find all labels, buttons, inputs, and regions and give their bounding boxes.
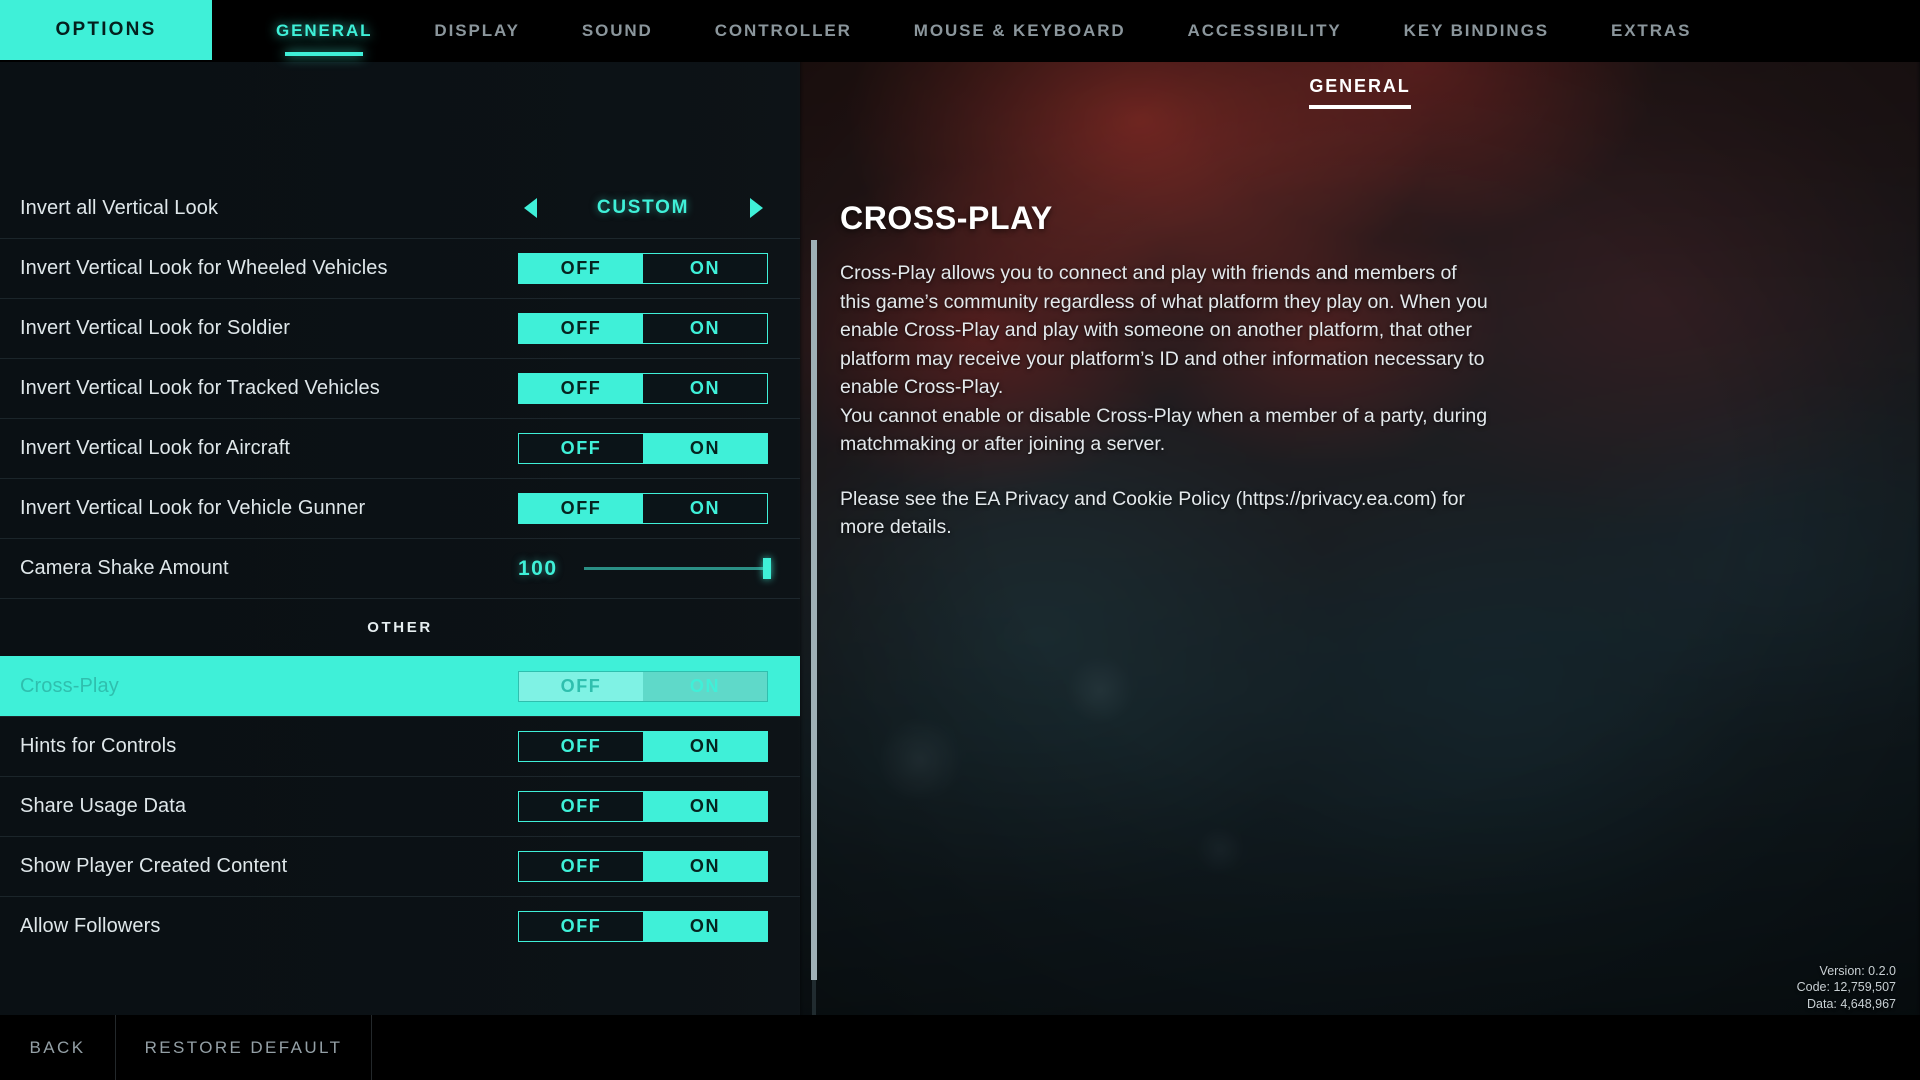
tab-controller[interactable]: CONTROLLER <box>684 0 883 62</box>
toggle-show-player-created-content[interactable]: OFF ON <box>518 851 768 882</box>
toggle-hints-for-controls[interactable]: OFF ON <box>518 731 768 762</box>
stepper-value: CUSTOM <box>596 197 690 218</box>
setting-label: Invert Vertical Look for Vehicle Gunner <box>20 497 366 519</box>
toggle-option-off[interactable]: OFF <box>519 374 643 403</box>
slider-value: 100 <box>518 556 558 580</box>
slider-track[interactable] <box>584 558 771 579</box>
slider-handle[interactable] <box>763 558 771 579</box>
toggle-share-usage-data[interactable]: OFF ON <box>518 791 768 822</box>
options-screen: OPTIONS GENERAL DISPLAY SOUND CONTROLLER MOU… <box>0 0 1920 1080</box>
toggle-invert-vertical-look-for-aircraft[interactable]: OFF ON <box>518 433 768 464</box>
setting-row-camera-shake-amount[interactable]: Camera Shake Amount 100 <box>0 538 800 598</box>
setting-row-hints-for-controls[interactable]: Hints for Controls OFF ON <box>0 716 800 776</box>
tab-key-bindings[interactable]: KEY BINDINGS <box>1373 0 1580 62</box>
tab-general[interactable]: GENERAL <box>245 0 403 62</box>
toggle-option-on[interactable]: ON <box>643 792 767 821</box>
chevron-right-icon[interactable] <box>744 196 768 220</box>
back-button[interactable]: BACK <box>0 1015 116 1080</box>
version-line: Version: 0.2.0 <box>1819 963 1896 978</box>
section-header-other: OTHER <box>0 598 800 656</box>
tab-sound[interactable]: SOUND <box>551 0 684 62</box>
detail-panel: CROSS-PLAY Cross-Play allows you to conn… <box>840 200 1490 542</box>
detail-title: CROSS-PLAY <box>840 200 1053 236</box>
toggle-option-off[interactable]: OFF <box>519 732 643 761</box>
bottom-action-bar: BACK RESTORE DEFAULT <box>0 1015 1920 1080</box>
toggle-invert-vertical-look-for-vehicle-gunner[interactable]: OFF ON <box>518 493 768 524</box>
toggle-option-on[interactable]: ON <box>643 732 767 761</box>
build-version-info: Version: 0.2.0 Code: 12,759,507 Data: 4,… <box>1797 963 1896 1013</box>
toggle-option-on[interactable]: ON <box>643 374 767 403</box>
tab-list: GENERAL DISPLAY SOUND CONTROLLER MOUSE & KEY… <box>245 0 1722 62</box>
setting-row-allow-followers[interactable]: Allow Followers OFF ON <box>0 896 800 956</box>
setting-row-cross-play[interactable]: Cross-Play OFF ON <box>0 656 800 716</box>
setting-label: Hints for Controls <box>20 735 177 757</box>
toggle-invert-vertical-look-for-tracked-vehicles[interactable]: OFF ON <box>518 373 768 404</box>
tab-display[interactable]: DISPLAY <box>403 0 550 62</box>
restore-default-button[interactable]: RESTORE DEFAULT <box>116 1015 372 1080</box>
toggle-option-off[interactable]: OFF <box>519 672 643 701</box>
toggle-option-off[interactable]: OFF <box>519 912 643 941</box>
options-title-label: OPTIONS <box>55 19 157 40</box>
setting-label: Invert all Vertical Look <box>20 196 219 219</box>
detail-header-label: GENERAL <box>1309 76 1411 109</box>
toggle-option-off[interactable]: OFF <box>519 494 643 523</box>
detail-body: Cross-Play allows you to connect and pla… <box>840 259 1490 542</box>
settings-scrollbar[interactable] <box>811 240 817 1030</box>
slider-camera-shake-amount[interactable]: 100 <box>518 553 771 584</box>
toggle-option-on[interactable]: ON <box>643 494 767 523</box>
section-header-label: OTHER <box>367 619 433 636</box>
toggle-option-off[interactable]: OFF <box>519 434 643 463</box>
tab-accessibility[interactable]: ACCESSIBILITY <box>1157 0 1373 62</box>
options-title-tag: OPTIONS <box>0 0 212 60</box>
stepper-invert-all-vertical-look[interactable]: CUSTOM <box>518 193 768 224</box>
toggle-option-on[interactable]: ON <box>643 852 767 881</box>
chevron-left-icon[interactable] <box>518 196 542 220</box>
setting-row-invert-vertical-look-for-aircraft[interactable]: Invert Vertical Look for Aircraft OFF ON <box>0 418 800 478</box>
toggle-option-on[interactable]: ON <box>643 672 767 701</box>
tab-extras[interactable]: EXTRAS <box>1580 0 1722 62</box>
detail-panel-header: GENERAL <box>800 62 1920 122</box>
toggle-option-on[interactable]: ON <box>643 434 767 463</box>
toggle-cross-play[interactable]: OFF ON <box>518 671 768 702</box>
toggle-option-on[interactable]: ON <box>643 314 767 343</box>
toggle-allow-followers[interactable]: OFF ON <box>518 911 768 942</box>
setting-row-invert-vertical-look-for-wheeled-vehicles[interactable]: Invert Vertical Look for Wheeled Vehicle… <box>0 238 800 298</box>
setting-row-invert-vertical-look-for-soldier[interactable]: Invert Vertical Look for Soldier OFF ON <box>0 298 800 358</box>
toggle-option-on[interactable]: ON <box>643 254 767 283</box>
setting-row-invert-vertical-look-for-tracked-vehicles[interactable]: Invert Vertical Look for Tracked Vehicle… <box>0 358 800 418</box>
detail-paragraph: Please see the EA Privacy and Cookie Pol… <box>840 487 1465 539</box>
setting-label: Invert Vertical Look for Aircraft <box>20 437 291 459</box>
setting-label: Show Player Created Content <box>20 855 288 877</box>
setting-row-share-usage-data[interactable]: Share Usage Data OFF ON <box>0 776 800 836</box>
settings-rows: Invert all Vertical Look CUSTOM Invert Ver… <box>0 178 800 956</box>
setting-label: Invert Vertical Look for Tracked Vehicle… <box>20 377 380 399</box>
setting-label: Allow Followers <box>20 915 161 937</box>
setting-label: Camera Shake Amount <box>20 557 229 579</box>
detail-paragraph: Cross-Play allows you to connect and pla… <box>840 262 1488 455</box>
scrollbar-thumb[interactable] <box>811 240 817 980</box>
toggle-option-off[interactable]: OFF <box>519 852 643 881</box>
toggle-invert-vertical-look-for-wheeled-vehicles[interactable]: OFF ON <box>518 253 768 284</box>
toggle-option-off[interactable]: OFF <box>519 792 643 821</box>
toggle-option-off[interactable]: OFF <box>519 314 643 343</box>
setting-row-invert-all-vertical-look[interactable]: Invert all Vertical Look CUSTOM <box>0 178 800 238</box>
setting-label: Cross-Play <box>20 675 119 697</box>
data-line: Data: 4,648,967 <box>1807 996 1896 1011</box>
setting-row-show-player-created-content[interactable]: Show Player Created Content OFF ON <box>0 836 800 896</box>
settings-list-panel: Invert all Vertical Look CUSTOM Invert Ver… <box>0 62 800 1015</box>
setting-row-invert-vertical-look-for-vehicle-gunner[interactable]: Invert Vertical Look for Vehicle Gunner O… <box>0 478 800 538</box>
toggle-option-on[interactable]: ON <box>643 912 767 941</box>
setting-label: Invert Vertical Look for Soldier <box>20 317 290 339</box>
top-navigation-bar: OPTIONS GENERAL DISPLAY SOUND CONTROLLER MOU… <box>0 0 1920 62</box>
toggle-invert-vertical-look-for-soldier[interactable]: OFF ON <box>518 313 768 344</box>
tab-mouse-keyboard[interactable]: MOUSE & KEYBOARD <box>883 0 1157 62</box>
setting-label: Invert Vertical Look for Wheeled Vehicle… <box>20 257 388 279</box>
setting-label: Share Usage Data <box>20 795 187 817</box>
toggle-option-off[interactable]: OFF <box>519 254 643 283</box>
code-line: Code: 12,759,507 <box>1796 980 1896 994</box>
